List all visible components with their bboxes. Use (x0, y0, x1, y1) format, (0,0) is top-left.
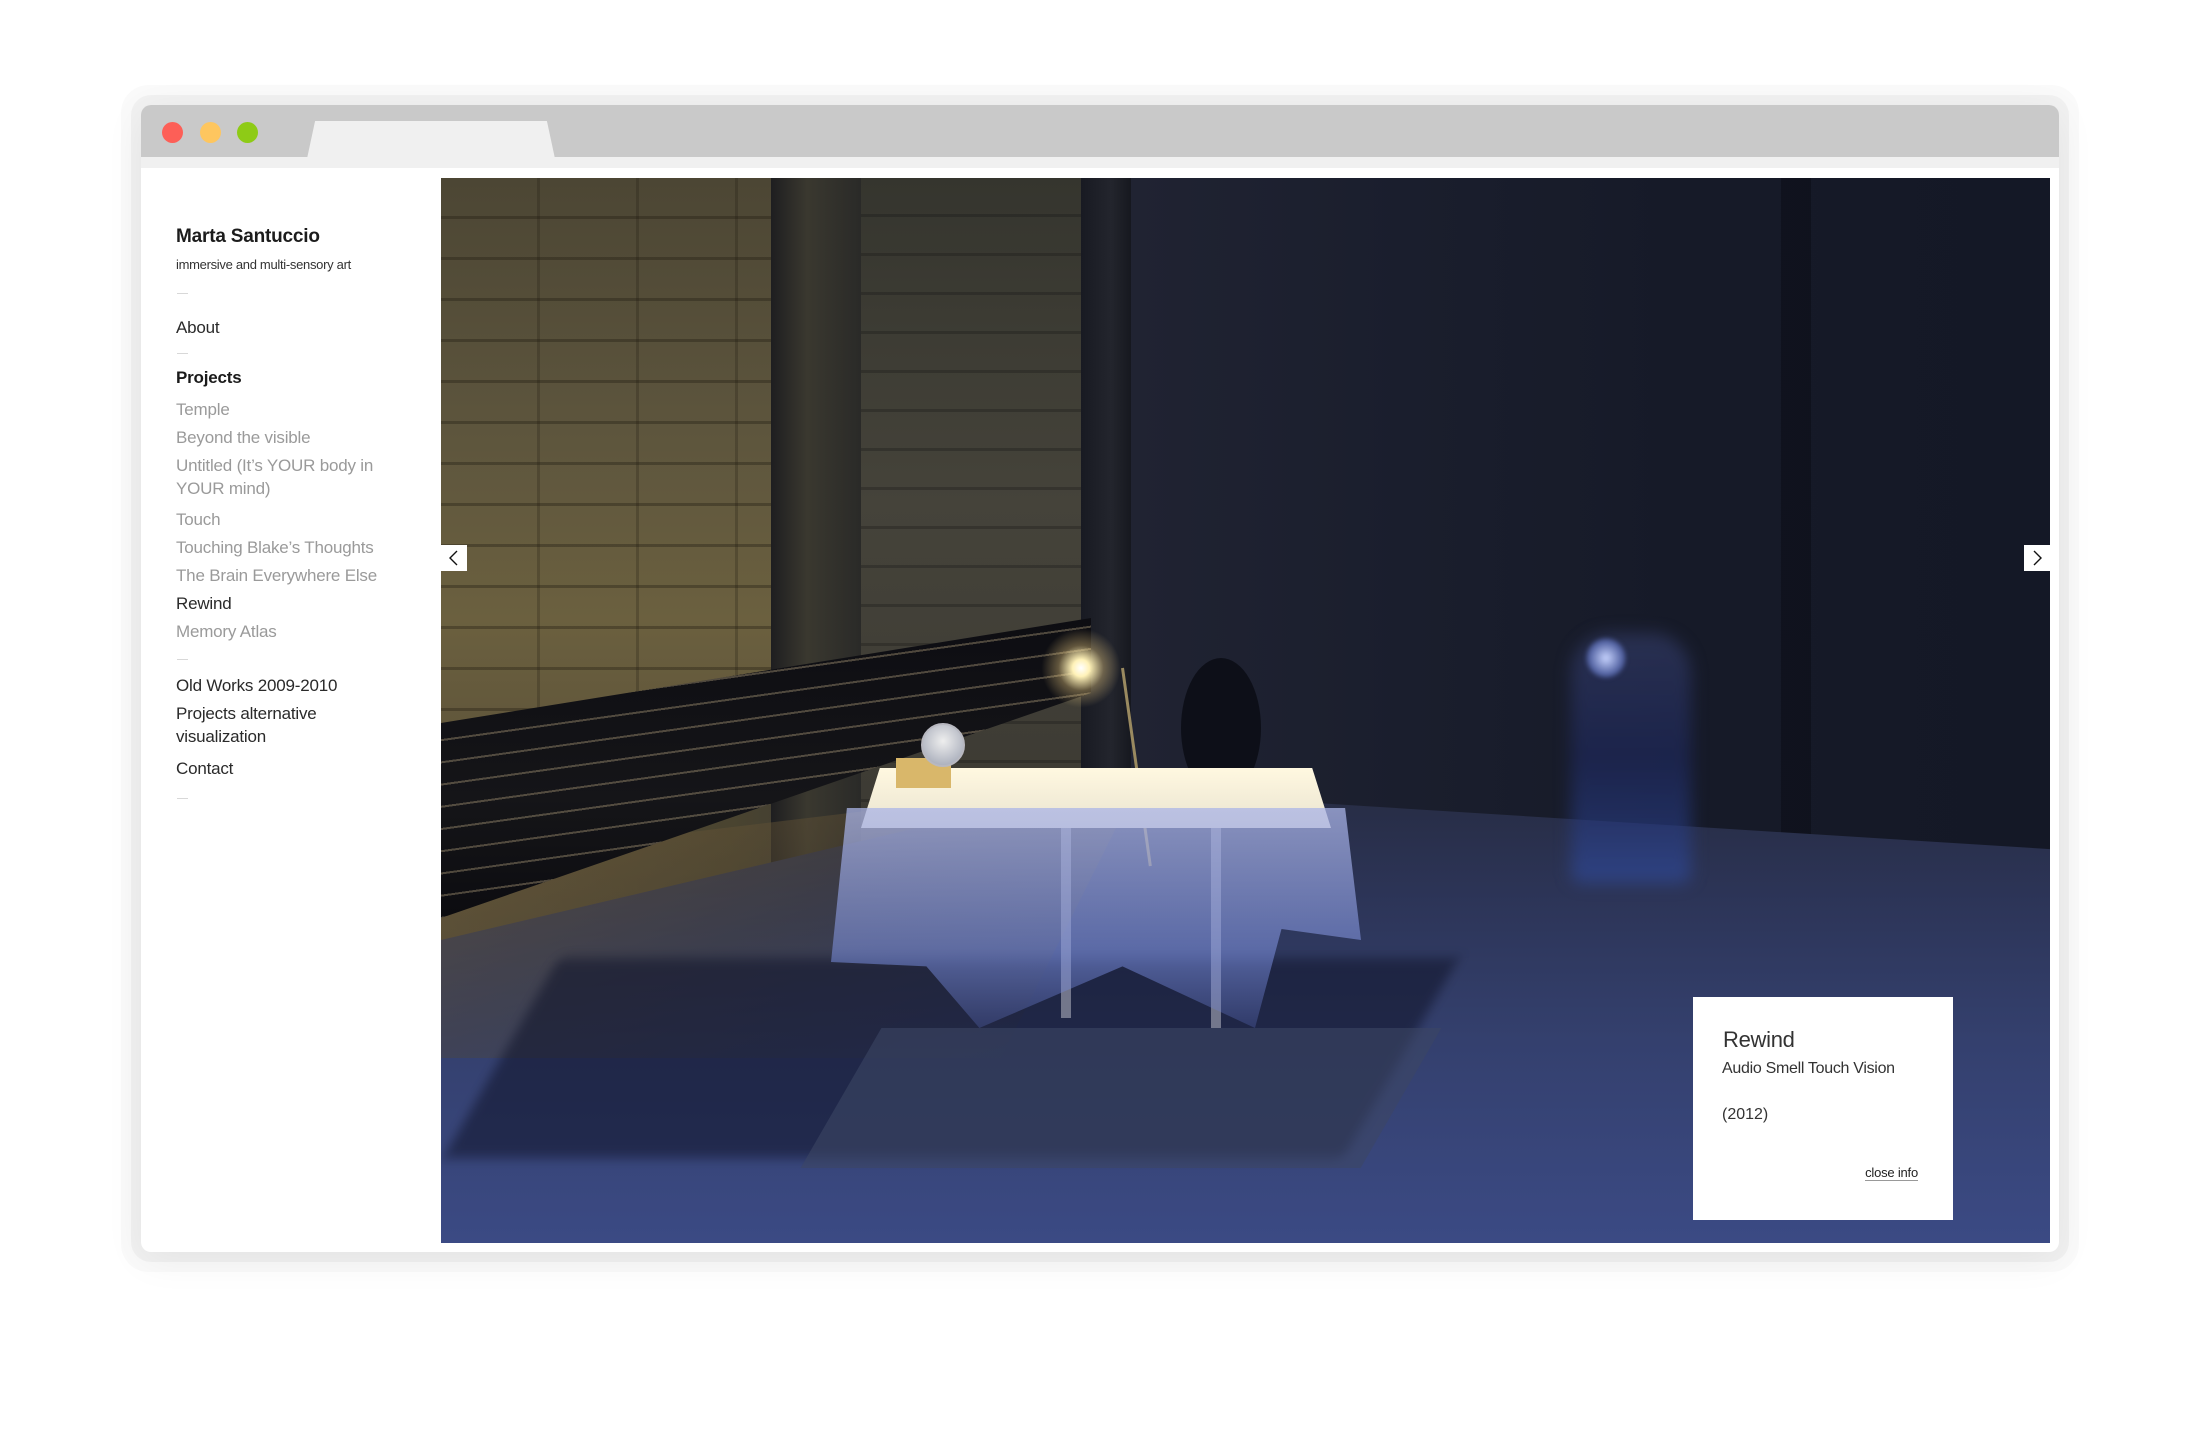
browser-toolbar-strip (141, 157, 2059, 168)
nav-projects-alternative-visualization[interactable]: Projects alternative visualization (176, 702, 366, 748)
window-close-button[interactable] (162, 122, 183, 143)
project-year: (2012) (1722, 1106, 1769, 1123)
nav-projects-heading[interactable]: Projects (176, 366, 416, 389)
nav-contact[interactable]: Contact (176, 757, 416, 780)
close-info-link[interactable]: close info (1865, 1165, 1918, 1181)
window-minimize-button[interactable] (200, 122, 221, 143)
nav-project-temple[interactable]: Temple (176, 398, 416, 421)
nav-project-rewind[interactable]: Rewind (176, 592, 416, 615)
project-info-panel: Rewind Audio Smell Touch Vision (2012) c… (1693, 997, 1953, 1220)
photo-mirror (921, 723, 965, 767)
browser-chrome (141, 105, 2059, 168)
chevron-right-icon (2033, 550, 2042, 566)
site-tagline: immersive and multi-sensory art (176, 257, 351, 272)
photo-blurred-figure (1571, 633, 1691, 883)
nav-project-brain-everywhere-else[interactable]: The Brain Everywhere Else (176, 564, 416, 587)
browser-window: Marta Santuccio immersive and multi-sens… (141, 105, 2059, 1252)
chevron-left-icon (449, 550, 458, 566)
divider (177, 293, 188, 294)
photo-figure-head (1586, 638, 1626, 678)
photo-lamp-light (1041, 628, 1121, 708)
divider (177, 798, 188, 799)
nav-about[interactable]: About (176, 316, 416, 339)
divider (177, 659, 188, 660)
photo-floor-mat (800, 1028, 1442, 1168)
nav-project-touch[interactable]: Touch (176, 508, 416, 531)
divider (177, 353, 188, 354)
photo-column (1781, 178, 1811, 898)
nav-project-touching-blakes-thoughts[interactable]: Touching Blake’s Thoughts (176, 536, 416, 559)
nav-project-untitled[interactable]: Untitled (It’s YOUR body in YOUR mind) (176, 454, 416, 500)
previous-image-button[interactable] (441, 545, 467, 571)
site-title[interactable]: Marta Santuccio (176, 226, 320, 248)
window-maximize-button[interactable] (237, 122, 258, 143)
nav-project-beyond-the-visible[interactable]: Beyond the visible (176, 426, 416, 449)
project-title: Rewind (1723, 1027, 1795, 1052)
nav-old-works[interactable]: Old Works 2009-2010 (176, 674, 416, 697)
next-image-button[interactable] (2024, 545, 2050, 571)
nav-project-memory-atlas[interactable]: Memory Atlas (176, 620, 416, 643)
project-subtitle: Audio Smell Touch Vision (1722, 1060, 1895, 1077)
